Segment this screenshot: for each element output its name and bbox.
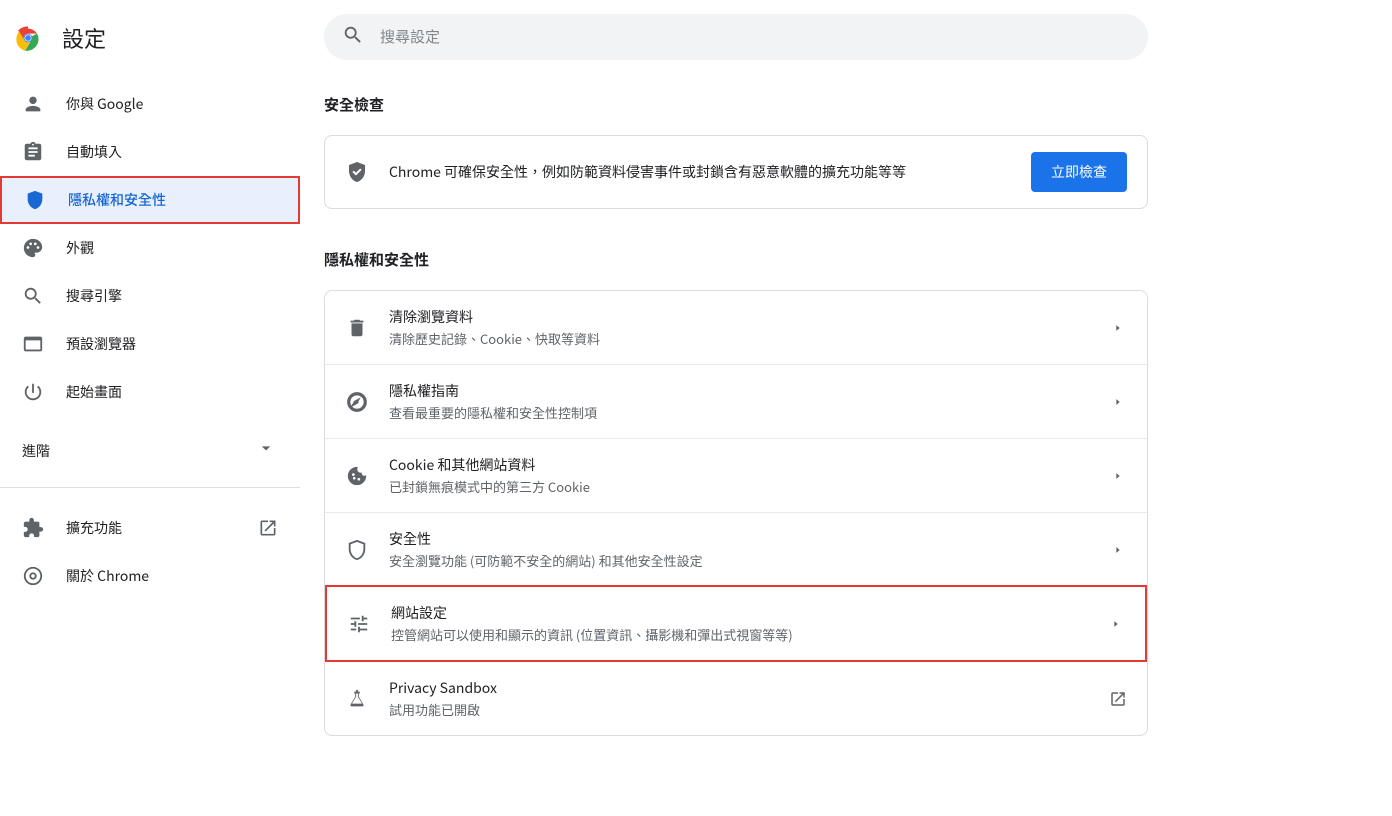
row-title: 網站設定: [391, 603, 1087, 623]
chevron-right-icon: [1107, 618, 1125, 630]
main-nav: 你與 Google 自動填入 隱私權和安全性 外觀 搜尋引擎 預設瀏覽器: [0, 74, 300, 422]
settings-header: 設定: [0, 14, 300, 74]
row-sub: 清除歷史記錄、Cookie、快取等資料: [389, 329, 1089, 348]
search-input[interactable]: [380, 29, 1130, 46]
row-body: 網站設定 控管網站可以使用和顯示的資訊 (位置資訊、攝影機和彈出式視窗等等): [391, 603, 1087, 644]
chevron-right-icon: [1109, 544, 1127, 556]
safety-check-text: Chrome 可確保安全性，例如防範資料侵害事件或封鎖含有惡意軟體的擴充功能等等: [389, 162, 1011, 182]
row-security[interactable]: 安全性 安全瀏覽功能 (可防範不安全的網站) 和其他安全性設定: [325, 512, 1147, 586]
sidebar-item-search-engine[interactable]: 搜尋引擎: [0, 272, 288, 320]
row-clear-browsing-data[interactable]: 清除瀏覽資料 清除歷史記錄、Cookie、快取等資料: [325, 291, 1147, 364]
main-content: 安全檢查 Chrome 可確保安全性，例如防範資料侵害事件或封鎖含有惡意軟體的擴…: [300, 0, 1172, 816]
sidebar-item-label: 預設瀏覽器: [66, 334, 136, 354]
power-icon: [22, 381, 44, 403]
row-privacy-guide[interactable]: 隱私權指南 查看最重要的隱私權和安全性控制項: [325, 364, 1147, 438]
sidebar-item-default-browser[interactable]: 預設瀏覽器: [0, 320, 288, 368]
sidebar-item-label: 外觀: [66, 238, 94, 258]
row-body: 清除瀏覽資料 清除歷史記錄、Cookie、快取等資料: [389, 307, 1089, 348]
sidebar-item-about-chrome[interactable]: 關於 Chrome: [0, 552, 300, 600]
flask-icon: [345, 687, 369, 711]
row-body: 安全性 安全瀏覽功能 (可防範不安全的網站) 和其他安全性設定: [389, 529, 1089, 570]
search-icon: [22, 285, 44, 307]
open-in-new-icon: [1109, 690, 1127, 708]
row-title: 安全性: [389, 529, 1089, 549]
row-sub: 查看最重要的隱私權和安全性控制項: [389, 403, 1089, 422]
row-title: 清除瀏覽資料: [389, 307, 1089, 327]
cookie-icon: [345, 464, 369, 488]
chrome-outline-icon: [22, 565, 44, 587]
sidebar-item-extensions[interactable]: 擴充功能: [0, 504, 300, 552]
sidebar-item-you-and-google[interactable]: 你與 Google: [0, 80, 288, 128]
row-title: 隱私權指南: [389, 381, 1089, 401]
person-icon: [22, 93, 44, 115]
safety-check-card: Chrome 可確保安全性，例如防範資料侵害事件或封鎖含有惡意軟體的擴充功能等等…: [324, 135, 1148, 209]
compass-icon: [345, 390, 369, 414]
sidebar-item-label: 你與 Google: [66, 94, 143, 114]
chevron-right-icon: [1109, 470, 1127, 482]
page-title: 設定: [62, 22, 106, 54]
browser-icon: [22, 333, 44, 355]
chevron-right-icon: [1109, 396, 1127, 408]
shield-icon: [24, 189, 46, 211]
sidebar-item-autofill[interactable]: 自動填入: [0, 128, 288, 176]
sidebar-item-label: 擴充功能: [66, 518, 236, 538]
row-privacy-sandbox[interactable]: Privacy Sandbox 試用功能已開啟: [325, 661, 1147, 735]
row-body: Cookie 和其他網站資料 已封鎖無痕模式中的第三方 Cookie: [389, 455, 1089, 496]
sidebar-item-label: 自動填入: [66, 142, 122, 162]
chrome-logo-icon: [14, 24, 42, 52]
row-sub: 安全瀏覽功能 (可防範不安全的網站) 和其他安全性設定: [389, 551, 1089, 570]
sidebar: 設定 你與 Google 自動填入 隱私權和安全性 外觀 搜尋引擎: [0, 0, 300, 816]
search-icon: [342, 24, 364, 51]
sidebar-item-privacy-security[interactable]: 隱私權和安全性: [0, 176, 300, 224]
row-site-settings[interactable]: 網站設定 控管網站可以使用和顯示的資訊 (位置資訊、攝影機和彈出式視窗等等): [325, 585, 1147, 662]
assignment-icon: [22, 141, 44, 163]
divider: [0, 487, 300, 488]
row-body: Privacy Sandbox 試用功能已開啟: [389, 678, 1089, 719]
row-sub: 控管網站可以使用和顯示的資訊 (位置資訊、攝影機和彈出式視窗等等): [391, 625, 1087, 644]
sidebar-item-appearance[interactable]: 外觀: [0, 224, 288, 272]
tune-icon: [347, 612, 371, 636]
sidebar-advanced[interactable]: 進階: [0, 422, 300, 479]
search-bar[interactable]: [324, 14, 1148, 60]
chevron-down-icon: [256, 438, 276, 463]
delete-icon: [345, 316, 369, 340]
section-title-privacy: 隱私權和安全性: [324, 249, 1148, 270]
row-cookies[interactable]: Cookie 和其他網站資料 已封鎖無痕模式中的第三方 Cookie: [325, 438, 1147, 512]
chevron-right-icon: [1109, 322, 1127, 334]
row-body: 隱私權指南 查看最重要的隱私權和安全性控制項: [389, 381, 1089, 422]
sidebar-item-label: 起始畫面: [66, 382, 122, 402]
advanced-label: 進階: [22, 441, 50, 461]
shield-outline-icon: [345, 538, 369, 562]
sidebar-item-on-startup[interactable]: 起始畫面: [0, 368, 288, 416]
row-title: Cookie 和其他網站資料: [389, 455, 1089, 475]
open-in-new-icon: [258, 518, 278, 538]
row-title: Privacy Sandbox: [389, 678, 1089, 698]
section-title-safety: 安全檢查: [324, 94, 1148, 115]
sidebar-item-label: 搜尋引擎: [66, 286, 122, 306]
sidebar-item-label: 隱私權和安全性: [68, 190, 166, 210]
verified-shield-icon: [345, 160, 369, 184]
safety-check-button[interactable]: 立即檢查: [1031, 152, 1127, 192]
sidebar-item-label: 關於 Chrome: [66, 566, 278, 586]
privacy-list: 清除瀏覽資料 清除歷史記錄、Cookie、快取等資料 隱私權指南 查看最重要的隱…: [324, 290, 1148, 736]
palette-icon: [22, 237, 44, 259]
row-sub: 試用功能已開啟: [389, 700, 1089, 719]
row-sub: 已封鎖無痕模式中的第三方 Cookie: [389, 477, 1089, 496]
bottom-nav: 擴充功能 關於 Chrome: [0, 496, 300, 600]
extension-icon: [22, 517, 44, 539]
